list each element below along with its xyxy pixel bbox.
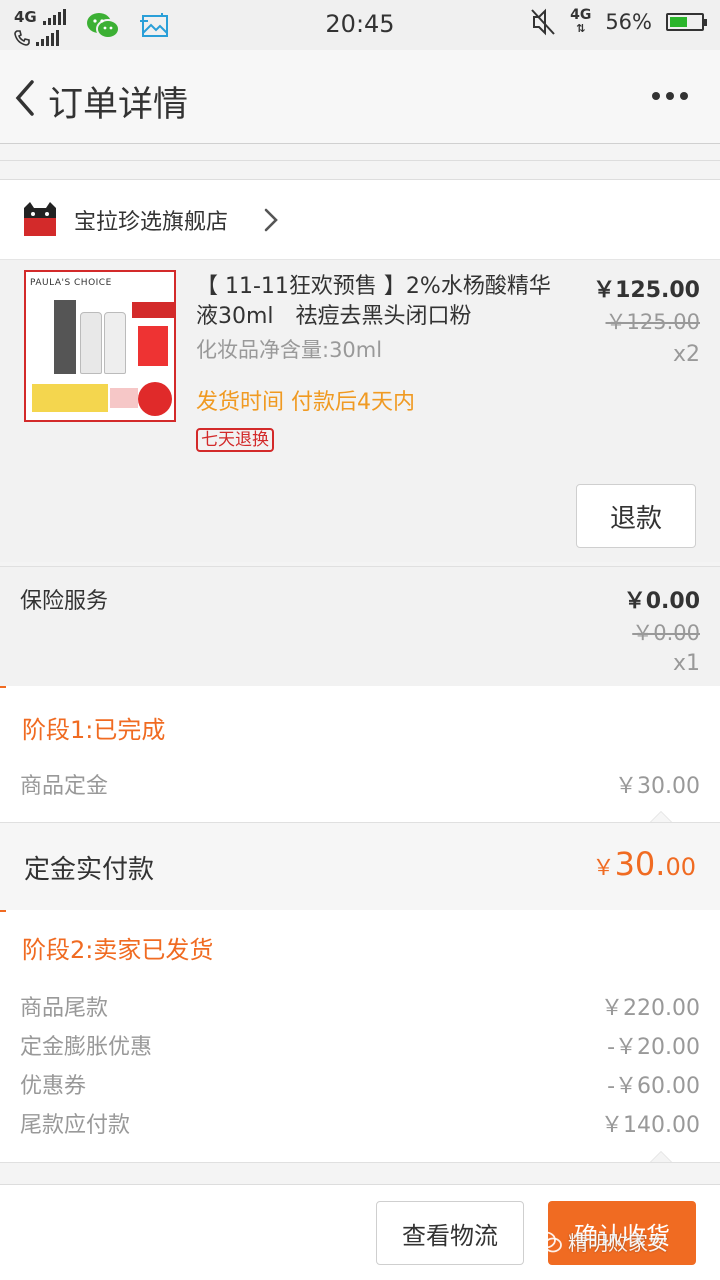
- balance-due-value: ￥140.00: [601, 1113, 700, 1138]
- insurance-row: 保险服务 ￥0.00 ￥0.00 x1: [0, 566, 720, 686]
- deposit-value-row: ￥30.00: [615, 774, 700, 799]
- expansion-discount-value: -￥20.00: [607, 1035, 700, 1060]
- expansion-discount-label: 定金膨胀优惠: [20, 1035, 153, 1060]
- deposit-paid-value: ￥30.00: [593, 845, 696, 883]
- battery-percent: 56%: [605, 10, 652, 34]
- deposit-dec: 00: [665, 853, 696, 881]
- deposit-label-row: 商品定金: [20, 774, 109, 799]
- balance-value: ￥220.00: [601, 996, 700, 1021]
- status-bar: 4G 20:45 4G ⇅ 56%: [0, 0, 720, 50]
- stage2-section: 阶段2:卖家已发货 商品尾款 ￥220.00 定金膨胀优惠 -￥20.00 优惠…: [0, 910, 720, 1163]
- watermark: 精明败家女: [536, 1227, 668, 1256]
- coupon-label: 优惠券: [20, 1074, 87, 1099]
- product-item[interactable]: PAULA'S CHOICE 【 11-11狂欢预售 】2%水杨酸精华液30ml…: [0, 260, 720, 562]
- bottom-action-bar: 查看物流 确认收货 精明败家女: [0, 1184, 720, 1280]
- battery-icon: [666, 13, 707, 31]
- battery-fill: [670, 17, 687, 27]
- watermark-text: 精明败家女: [568, 1231, 668, 1255]
- balance-label: 商品尾款: [20, 996, 109, 1021]
- product-title[interactable]: 【 11-11狂欢预售 】2%水杨酸精华液30ml 祛痘去黑头闭口粉: [196, 272, 556, 332]
- insurance-label: 保险服务: [20, 589, 109, 614]
- product-thumbnail[interactable]: PAULA'S CHOICE: [24, 270, 176, 422]
- stage1-section: 阶段1:已完成 商品定金 ￥30.00: [0, 686, 720, 823]
- deposit-paid-row: 定金实付款 ￥30.00: [0, 822, 720, 910]
- view-logistics-button[interactable]: 查看物流: [376, 1201, 524, 1265]
- stage1-title: 阶段1:已完成: [22, 716, 166, 744]
- insurance-quantity: x1: [672, 651, 700, 676]
- ship-time: 发货时间 付款后4天内: [196, 390, 415, 415]
- stage-marker: [0, 686, 6, 688]
- thumbnail-brand: PAULA'S CHOICE: [30, 278, 112, 288]
- product-price: ￥125.00: [593, 278, 700, 303]
- stage2-title: 阶段2:卖家已发货: [22, 936, 214, 964]
- chevron-right-icon[interactable]: [262, 206, 280, 234]
- network-type-right: 4G: [570, 7, 592, 23]
- network-4g-icon: 4G ⇅: [570, 7, 592, 35]
- more-icon[interactable]: [652, 92, 688, 100]
- store-row[interactable]: 宝拉珍选旗舰店: [0, 180, 720, 260]
- nav-bar: 订单详情: [0, 50, 720, 144]
- refund-button[interactable]: 退款: [576, 484, 696, 548]
- deposit-int: 30.: [614, 845, 666, 883]
- return-badge: 七天退换: [196, 428, 274, 452]
- product-original-price: ￥125.00: [605, 310, 700, 334]
- product-quantity: x2: [672, 342, 700, 367]
- deposit-currency: ￥: [592, 856, 615, 881]
- status-right: 4G ⇅ 56%: [530, 7, 707, 36]
- coupon-value: -￥60.00: [607, 1074, 700, 1099]
- wechat-watermark-icon: [536, 1231, 562, 1252]
- store-name[interactable]: 宝拉珍选旗舰店: [74, 204, 228, 236]
- bottom-divider: [0, 1162, 720, 1184]
- back-icon[interactable]: [10, 78, 38, 118]
- deposit-paid-label: 定金实付款: [24, 855, 155, 885]
- insurance-price: ￥0.00: [623, 589, 700, 614]
- tmall-icon: [24, 202, 56, 236]
- product-spec: 化妆品净含量:30ml: [196, 338, 383, 362]
- section-divider: [0, 144, 720, 180]
- insurance-original-price: ￥0.00: [632, 621, 700, 645]
- page-title: 订单详情: [48, 85, 189, 125]
- balance-due-label: 尾款应付款: [20, 1113, 131, 1138]
- mute-icon: [531, 8, 555, 36]
- stage-marker: [0, 910, 6, 912]
